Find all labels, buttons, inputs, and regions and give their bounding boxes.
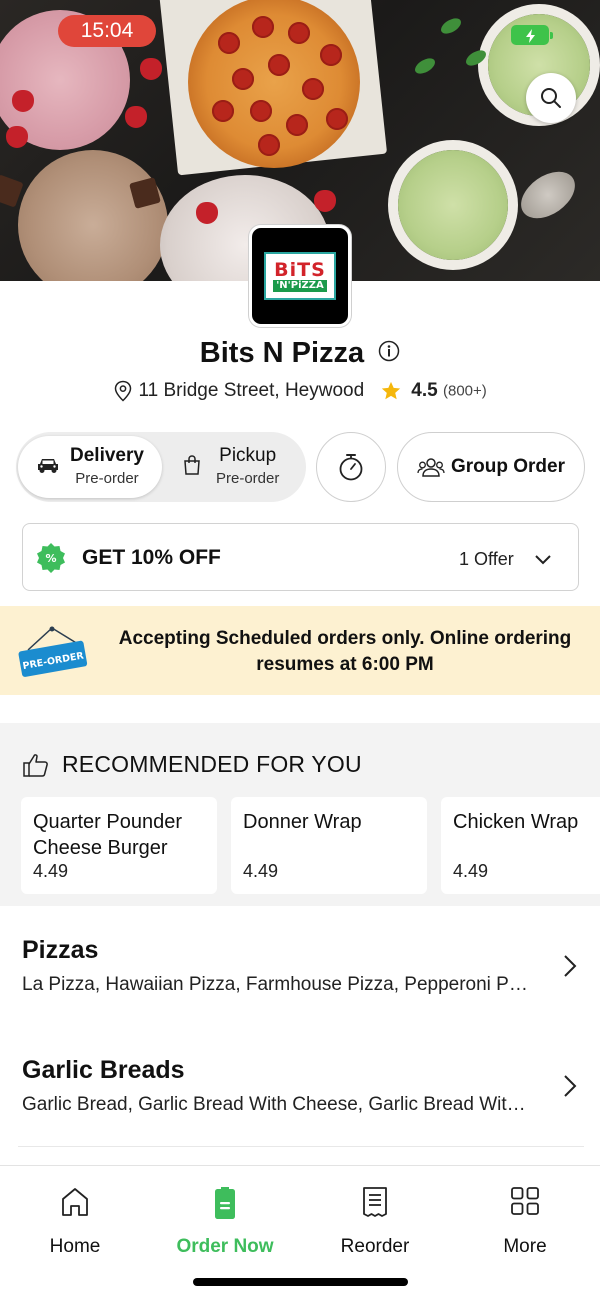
battery-icon bbox=[511, 25, 553, 45]
order-icon bbox=[215, 1187, 235, 1219]
recommended-section: RECOMMENDED FOR YOU Quarter Pounder Chee… bbox=[0, 723, 600, 906]
tab-home[interactable]: Home bbox=[0, 1186, 150, 1258]
preorder-sign-icon: PRE-ORDER bbox=[16, 626, 88, 687]
search-icon bbox=[541, 88, 561, 108]
store-rating: 4.5 bbox=[411, 380, 438, 401]
delivery-sub: Pre-order bbox=[75, 470, 139, 487]
tab-more[interactable]: More bbox=[450, 1186, 600, 1258]
receipt-icon bbox=[363, 1187, 387, 1217]
category-items: La Pizza, Hawaiian Pizza, Farmhouse Pizz… bbox=[22, 974, 532, 995]
store-rating-count: (800+) bbox=[443, 382, 487, 400]
store-address: 11 Bridge Street, Heywood bbox=[138, 380, 365, 401]
svg-text:%: % bbox=[45, 552, 56, 565]
recommended-item-price: 4.49 bbox=[33, 861, 69, 881]
schedule-time-button[interactable] bbox=[316, 432, 386, 502]
info-icon[interactable] bbox=[378, 337, 400, 370]
category-title: Pizzas bbox=[22, 936, 99, 964]
group-order-label: Group Order bbox=[450, 456, 565, 477]
logo-text-top: BiTS bbox=[274, 258, 326, 281]
tab-reorder-label: Reorder bbox=[340, 1236, 410, 1257]
discount-badge-icon: % bbox=[35, 542, 67, 579]
offer-dropdown[interactable]: % GET 10% OFF 1 Offer bbox=[22, 523, 579, 591]
chevron-right-icon bbox=[563, 954, 577, 983]
tab-reorder[interactable]: Reorder bbox=[300, 1186, 450, 1258]
stopwatch-icon bbox=[339, 454, 363, 481]
category-pizzas[interactable]: Pizzas La Pizza, Hawaiian Pizza, Farmhou… bbox=[0, 906, 600, 1026]
car-icon bbox=[38, 458, 58, 473]
recommended-heading: RECOMMENDED FOR YOU bbox=[62, 751, 362, 777]
category-items: Garlic Bread, Garlic Bread With Cheese, … bbox=[22, 1094, 532, 1115]
store-address-row: 11 Bridge Street, Heywood 4.5 (800+) bbox=[0, 380, 600, 402]
recommended-item-name: Donner Wrap bbox=[243, 811, 362, 833]
tab-more-label: More bbox=[503, 1236, 547, 1257]
recommended-item-name: Quarter Pounder Cheese Burger bbox=[33, 811, 182, 859]
delivery-label: Delivery bbox=[70, 445, 144, 466]
preorder-banner: PRE-ORDER Accepting Scheduled orders onl… bbox=[0, 606, 600, 695]
chevron-down-icon bbox=[534, 553, 552, 571]
chevron-right-icon bbox=[563, 1074, 577, 1103]
category-garlic-breads[interactable]: Garlic Breads Garlic Bread, Garlic Bread… bbox=[0, 1026, 600, 1146]
tab-order-now[interactable]: Order Now bbox=[150, 1186, 300, 1258]
order-mode-toggle: Delivery Pre-order Pickup Pre-order bbox=[16, 432, 306, 502]
preorder-message: Accepting Scheduled orders only. Online … bbox=[118, 628, 572, 675]
delivery-option[interactable]: Delivery Pre-order bbox=[18, 436, 162, 498]
store-name: Bits N Pizza bbox=[199, 336, 365, 369]
grid-icon bbox=[511, 1187, 539, 1215]
store-title: Bits N Pizza bbox=[0, 336, 600, 370]
home-icon bbox=[62, 1188, 88, 1216]
recommended-item[interactable]: Chicken Wrap 4.49 bbox=[441, 797, 600, 894]
location-pin-icon bbox=[114, 380, 132, 402]
logo-text-bottom: 'N'PiZZA bbox=[273, 279, 327, 292]
status-time: 15:04 bbox=[58, 15, 156, 47]
group-icon bbox=[417, 458, 445, 477]
offer-count: 1 Offer bbox=[459, 549, 514, 569]
recommended-item-price: 4.49 bbox=[453, 861, 489, 881]
divider bbox=[18, 1146, 584, 1147]
recommended-item-price: 4.49 bbox=[243, 861, 279, 881]
thumbs-up-icon bbox=[23, 753, 48, 777]
pickup-label: Pickup bbox=[219, 445, 277, 466]
category-title: Garlic Breads bbox=[22, 1056, 185, 1084]
pickup-option[interactable]: Pickup Pre-order bbox=[176, 436, 304, 498]
shopping-bag-icon bbox=[184, 454, 200, 475]
pickup-sub: Pre-order bbox=[216, 470, 280, 487]
recommended-item-name: Chicken Wrap bbox=[453, 811, 579, 833]
star-icon bbox=[381, 381, 401, 400]
store-logo: BiTS 'N'PiZZA bbox=[249, 225, 351, 327]
recommended-item[interactable]: Quarter Pounder Cheese Burger 4.49 bbox=[21, 797, 217, 894]
home-indicator bbox=[193, 1278, 408, 1286]
search-button[interactable] bbox=[526, 73, 576, 123]
offer-title: GET 10% OFF bbox=[82, 546, 221, 569]
tab-order-now-label: Order Now bbox=[176, 1236, 274, 1257]
recommended-item[interactable]: Donner Wrap 4.49 bbox=[231, 797, 427, 894]
group-order-button[interactable]: Group Order bbox=[397, 432, 585, 502]
tab-home-label: Home bbox=[49, 1236, 101, 1257]
